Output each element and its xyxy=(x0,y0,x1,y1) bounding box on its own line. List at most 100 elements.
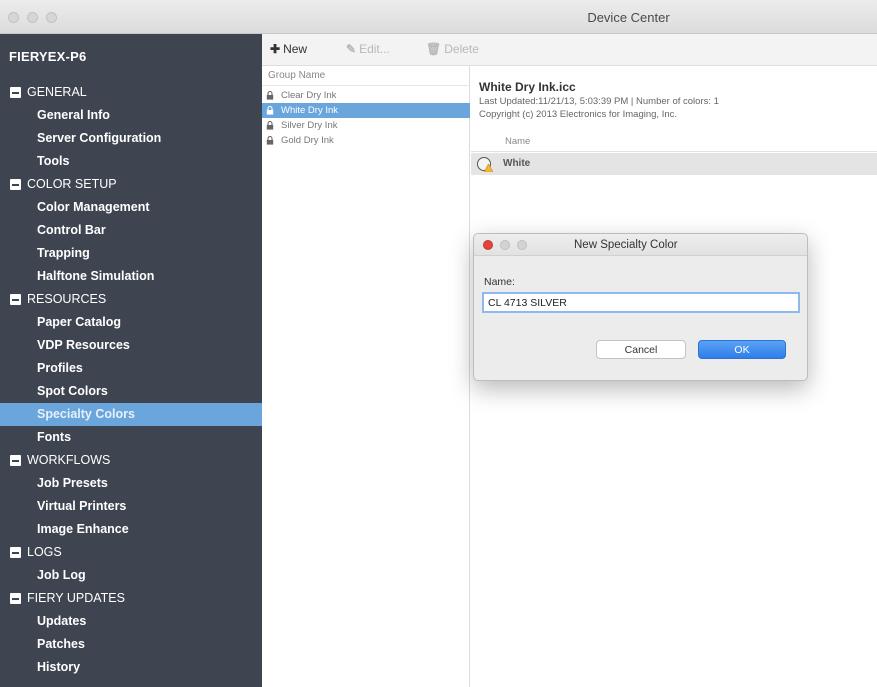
edit-button[interactable]: ✎ Edit... xyxy=(346,42,390,56)
sidebar-item-label: Virtual Printers xyxy=(37,499,127,513)
group-row[interactable]: Gold Dry Ink xyxy=(262,133,470,148)
sidebar-item[interactable]: Image Enhance xyxy=(0,518,262,541)
window-title: Device Center xyxy=(587,10,670,25)
sidebar-item[interactable]: Control Bar xyxy=(0,219,262,242)
sidebar-item[interactable]: Tools xyxy=(0,150,262,173)
sidebar-item[interactable]: Updates xyxy=(0,610,262,633)
sidebar-item[interactable]: Specialty Colors xyxy=(0,403,262,426)
dialog-zoom-button xyxy=(517,240,527,250)
profile-copyright: Copyright (c) 2013 Electronics for Imagi… xyxy=(479,109,678,120)
sidebar-item[interactable]: Paper Catalog xyxy=(0,311,262,334)
sidebar-item-label: Profiles xyxy=(37,361,83,375)
group-row-name: Gold Dry Ink xyxy=(281,135,334,146)
sidebar: FIERYEX-P6 GENERAL General Info Server Con… xyxy=(0,34,262,687)
cancel-button[interactable]: Cancel xyxy=(596,340,686,359)
delete-button[interactable]: 🗑 Delete xyxy=(426,42,479,56)
lock-icon xyxy=(266,121,274,130)
sidebar-item-label: Tools xyxy=(37,154,70,168)
lock-icon xyxy=(266,91,274,100)
sidebar-item[interactable]: Trapping xyxy=(0,242,262,265)
sidebar-item[interactable]: Fonts xyxy=(0,426,262,449)
new-specialty-color-dialog: New Specialty Color Name: Cancel OK xyxy=(473,233,808,381)
sidebar-item-label: Paper Catalog xyxy=(37,315,122,329)
sidebar-item-label: VDP Resources xyxy=(37,338,130,352)
sidebar-item-label: FIERY UPDATES xyxy=(27,591,125,605)
warning-icon xyxy=(484,164,493,172)
sidebar-item-label: Job Log xyxy=(37,568,86,582)
sidebar-item[interactable]: Halftone Simulation xyxy=(0,265,262,288)
collapse-icon[interactable] xyxy=(10,294,21,305)
sidebar-item-label: COLOR SETUP xyxy=(27,177,117,191)
sidebar-item-label: General Info xyxy=(37,108,110,122)
sidebar-section[interactable]: COLOR SETUP xyxy=(0,173,262,196)
edit-button-label: Edit... xyxy=(359,42,390,56)
sidebar-item-label: WORKFLOWS xyxy=(27,453,111,467)
group-row[interactable]: Silver Dry Ink xyxy=(262,118,470,133)
sidebar-section[interactable]: WORKFLOWS xyxy=(0,449,262,472)
name-label: Name: xyxy=(484,276,515,288)
sidebar-item[interactable]: Server Configuration xyxy=(0,127,262,150)
ok-button[interactable]: OK xyxy=(698,340,786,359)
group-row[interactable]: White Dry Ink xyxy=(262,103,470,118)
color-row-name: White xyxy=(503,158,531,169)
sidebar-item-label: Specialty Colors xyxy=(37,407,135,421)
collapse-icon[interactable] xyxy=(10,455,21,466)
toolbar: ✚ New ✎ Edit... 🗑 Delete xyxy=(262,34,877,66)
window-titlebar: Device Center xyxy=(0,0,877,34)
sidebar-item[interactable]: Spot Colors xyxy=(0,380,262,403)
sidebar-section[interactable]: LOGS xyxy=(0,541,262,564)
group-name-column-header[interactable]: Group Name xyxy=(262,66,470,86)
sidebar-item-label: Patches xyxy=(37,637,85,651)
dialog-titlebar: New Specialty Color xyxy=(474,234,807,256)
sidebar-item-label: Spot Colors xyxy=(37,384,108,398)
plus-icon: ✚ xyxy=(270,42,281,56)
sidebar-item-label: Control Bar xyxy=(37,223,106,237)
new-button[interactable]: ✚ New xyxy=(270,42,307,56)
sidebar-item-label: Halftone Simulation xyxy=(37,269,155,283)
sidebar-nav: GENERAL General Info Server Configuration T… xyxy=(0,81,262,679)
collapse-icon[interactable] xyxy=(10,593,21,604)
sidebar-section[interactable]: FIERY UPDATES xyxy=(0,587,262,610)
new-button-label: New xyxy=(283,42,308,56)
collapse-icon[interactable] xyxy=(10,87,21,98)
trash-icon: 🗑 xyxy=(426,42,442,56)
dialog-close-button[interactable] xyxy=(483,240,493,250)
dialog-minimize-button xyxy=(500,240,510,250)
sidebar-item-label: Job Presets xyxy=(37,476,108,490)
sidebar-section[interactable]: GENERAL xyxy=(0,81,262,104)
profile-meta: Last Updated:11/21/13, 5:03:39 PM | Numb… xyxy=(479,96,719,107)
sidebar-item-label: GENERAL xyxy=(27,85,87,99)
sidebar-item[interactable]: Job Log xyxy=(0,564,262,587)
group-list: Clear Dry Ink White Dry Ink Silver Dry Ink… xyxy=(262,88,470,148)
group-row-name: White Dry Ink xyxy=(281,105,339,116)
device-name: FIERYEX-P6 xyxy=(9,49,87,64)
sidebar-item-label: History xyxy=(37,660,81,674)
sidebar-item[interactable]: General Info xyxy=(0,104,262,127)
pencil-icon: ✎ xyxy=(346,42,357,56)
sidebar-item[interactable]: VDP Resources xyxy=(0,334,262,357)
sidebar-item[interactable]: Job Presets xyxy=(0,472,262,495)
collapse-icon[interactable] xyxy=(10,547,21,558)
sidebar-item[interactable]: Profiles xyxy=(0,357,262,380)
group-row-name: Clear Dry Ink xyxy=(281,90,337,101)
sidebar-item-label: Image Enhance xyxy=(37,522,129,536)
sidebar-section[interactable]: RESOURCES xyxy=(0,288,262,311)
sidebar-item[interactable]: Patches xyxy=(0,633,262,656)
name-input[interactable] xyxy=(482,292,800,313)
sidebar-item[interactable]: Color Management xyxy=(0,196,262,219)
sidebar-item-label: Color Management xyxy=(37,200,150,214)
sidebar-item[interactable]: History xyxy=(0,656,262,679)
sidebar-item-label: Server Configuration xyxy=(37,131,162,145)
sidebar-item-label: Fonts xyxy=(37,430,72,444)
lock-icon xyxy=(266,136,274,145)
profile-title: White Dry Ink.icc xyxy=(479,80,576,94)
sidebar-item-label: Updates xyxy=(37,614,87,628)
sidebar-item-label: LOGS xyxy=(27,545,62,559)
sidebar-item[interactable]: Virtual Printers xyxy=(0,495,262,518)
group-row-name: Silver Dry Ink xyxy=(281,120,338,131)
color-name-column-header[interactable]: Name xyxy=(471,132,877,152)
collapse-icon[interactable] xyxy=(10,179,21,190)
color-row[interactable]: White xyxy=(471,153,877,175)
dialog-title: New Specialty Color xyxy=(574,239,678,251)
group-row[interactable]: Clear Dry Ink xyxy=(262,88,470,103)
